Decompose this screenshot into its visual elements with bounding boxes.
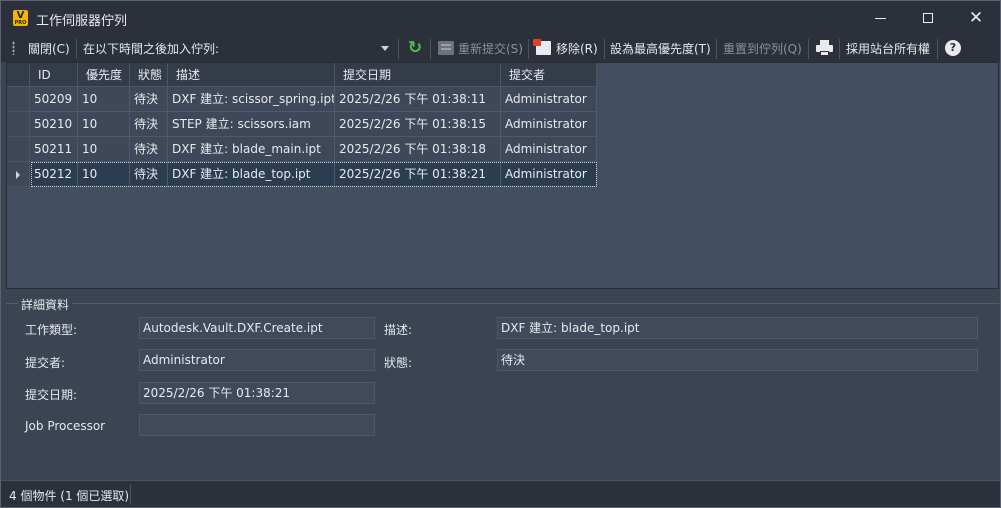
cell-submit-date[interactable]: 2025/2/26 下午 01:38:11 bbox=[335, 87, 501, 112]
resubmit-icon bbox=[438, 41, 454, 55]
cell-submit-date[interactable]: 2025/2/26 下午 01:38:21 bbox=[335, 162, 501, 187]
status-bar: 4 個物件 (1 個已選取) bbox=[1, 480, 1000, 507]
toolbar-separator bbox=[716, 39, 717, 59]
cell-description[interactable]: DXF 建立: blade_top.ipt bbox=[168, 162, 335, 187]
column-header-submit-date[interactable]: 提交日期 bbox=[335, 63, 501, 87]
current-row-indicator-icon bbox=[16, 171, 20, 179]
toolbar: 關閉(C) 在以下時間之後加入佇列: ↻ 重新提交(S) 移除(R) 設為最高優… bbox=[1, 35, 1000, 62]
toolbar-separator bbox=[76, 39, 77, 59]
toolbar-separator bbox=[430, 39, 431, 59]
submit-date-field[interactable]: 2025/2/26 下午 01:38:21 bbox=[139, 382, 375, 404]
cell-priority[interactable]: 10 bbox=[78, 87, 130, 112]
cell-status[interactable]: 待決 bbox=[130, 112, 168, 137]
column-header-priority[interactable]: 優先度 bbox=[78, 63, 130, 87]
description-field[interactable]: DXF 建立: blade_top.ipt bbox=[497, 317, 978, 339]
toolbar-grip-icon[interactable] bbox=[12, 41, 15, 55]
add-after-time-dropdown[interactable]: 在以下時間之後加入佇列: bbox=[83, 40, 219, 57]
maximize-icon bbox=[923, 13, 933, 23]
cell-id[interactable]: 50209 bbox=[30, 87, 78, 112]
status-label: 狀態: bbox=[384, 356, 413, 370]
job-processor-label: Job Processor bbox=[25, 419, 106, 433]
cell-status[interactable]: 待決 bbox=[130, 137, 168, 162]
cell-submit-date[interactable]: 2025/2/26 下午 01:38:18 bbox=[335, 137, 501, 162]
close-window-button[interactable]: ✕ bbox=[951, 1, 1001, 35]
toolbar-separator bbox=[398, 39, 399, 59]
row-header[interactable] bbox=[7, 87, 30, 112]
column-header-description[interactable]: 描述 bbox=[168, 63, 335, 87]
close-icon: ✕ bbox=[968, 8, 984, 28]
vault-app-icon: V PRO bbox=[13, 10, 28, 26]
details-legend: 詳細資料 bbox=[18, 296, 73, 313]
description-label: 描述: bbox=[384, 323, 413, 337]
cell-id[interactable]: 50210 bbox=[30, 112, 78, 137]
cell-submitter[interactable]: Administrator bbox=[501, 112, 597, 137]
minimize-icon bbox=[875, 18, 886, 19]
submit-date-label: 提交日期: bbox=[25, 388, 78, 402]
details-divider bbox=[6, 303, 999, 304]
column-header-id[interactable]: ID bbox=[30, 63, 78, 87]
object-count-status: 4 個物件 (1 個已選取) bbox=[9, 489, 130, 503]
remove-button[interactable]: 移除(R) bbox=[556, 40, 598, 57]
cell-id[interactable]: 50211 bbox=[30, 137, 78, 162]
remove-icon bbox=[533, 39, 551, 55]
job-processor-field[interactable] bbox=[139, 414, 375, 436]
toolbar-separator bbox=[528, 39, 529, 59]
column-header-status[interactable]: 狀態 bbox=[130, 63, 168, 87]
submitter-label: 提交者: bbox=[25, 356, 66, 370]
refresh-icon[interactable]: ↻ bbox=[406, 39, 424, 57]
toolbar-separator bbox=[808, 39, 809, 59]
cell-priority[interactable]: 10 bbox=[78, 112, 130, 137]
column-header-submitter[interactable]: 提交者 bbox=[501, 63, 597, 87]
cell-priority[interactable]: 10 bbox=[78, 137, 130, 162]
cell-id[interactable]: 50212 bbox=[30, 162, 78, 187]
status-separator bbox=[130, 484, 131, 505]
cell-description[interactable]: STEP 建立: scissors.iam bbox=[168, 112, 335, 137]
reset-to-queue-button[interactable]: 重置到佇列(Q) bbox=[723, 40, 802, 57]
toolbar-separator bbox=[937, 39, 938, 59]
submitter-field[interactable]: Administrator bbox=[139, 349, 375, 371]
job-queue-window: V PRO 工作伺服器佇列 ✕ 關閉(C) 在以下時間之後加入佇列: ↻ 重新提交… bbox=[0, 0, 1001, 508]
toolbar-separator bbox=[839, 39, 840, 59]
title-bar: V PRO 工作伺服器佇列 ✕ bbox=[1, 1, 1000, 35]
cell-submit-date[interactable]: 2025/2/26 下午 01:38:15 bbox=[335, 112, 501, 137]
cell-status[interactable]: 待決 bbox=[130, 87, 168, 112]
table-corner bbox=[7, 63, 30, 87]
resubmit-button[interactable]: 重新提交(S) bbox=[458, 40, 523, 57]
job-type-label: 工作類型: bbox=[25, 323, 78, 337]
status-field[interactable]: 待決 bbox=[497, 349, 978, 371]
chevron-down-icon[interactable] bbox=[381, 46, 389, 51]
job-type-field[interactable]: Autodesk.Vault.DXF.Create.ipt bbox=[139, 317, 375, 339]
cell-description[interactable]: DXF 建立: blade_main.ipt bbox=[168, 137, 335, 162]
print-icon[interactable] bbox=[816, 40, 833, 56]
toolbar-separator bbox=[604, 39, 605, 59]
cell-priority[interactable]: 10 bbox=[78, 162, 130, 187]
job-queue-table: ID 優先度 狀態 描述 提交日期 提交者 50209 10 待決 DXF 建立… bbox=[6, 62, 999, 289]
take-site-ownership-button[interactable]: 採用站台所有權 bbox=[846, 40, 930, 57]
help-icon[interactable]: ? bbox=[945, 40, 961, 56]
cell-status[interactable]: 待決 bbox=[130, 162, 168, 187]
minimize-button[interactable] bbox=[855, 1, 905, 35]
row-header[interactable] bbox=[7, 112, 30, 137]
cell-submitter[interactable]: Administrator bbox=[501, 87, 597, 112]
row-header[interactable] bbox=[7, 137, 30, 162]
cell-submitter[interactable]: Administrator bbox=[501, 162, 597, 187]
cell-submitter[interactable]: Administrator bbox=[501, 137, 597, 162]
details-panel: 詳細資料 工作類型: Autodesk.Vault.DXF.Create.ipt… bbox=[6, 289, 999, 479]
maximize-button[interactable] bbox=[903, 1, 953, 35]
window-title: 工作伺服器佇列 bbox=[36, 14, 128, 29]
cell-description[interactable]: DXF 建立: scissor_spring.ipt bbox=[168, 87, 335, 112]
close-button[interactable]: 關閉(C) bbox=[28, 40, 70, 57]
set-highest-priority-button[interactable]: 設為最高優先度(T) bbox=[610, 40, 711, 57]
